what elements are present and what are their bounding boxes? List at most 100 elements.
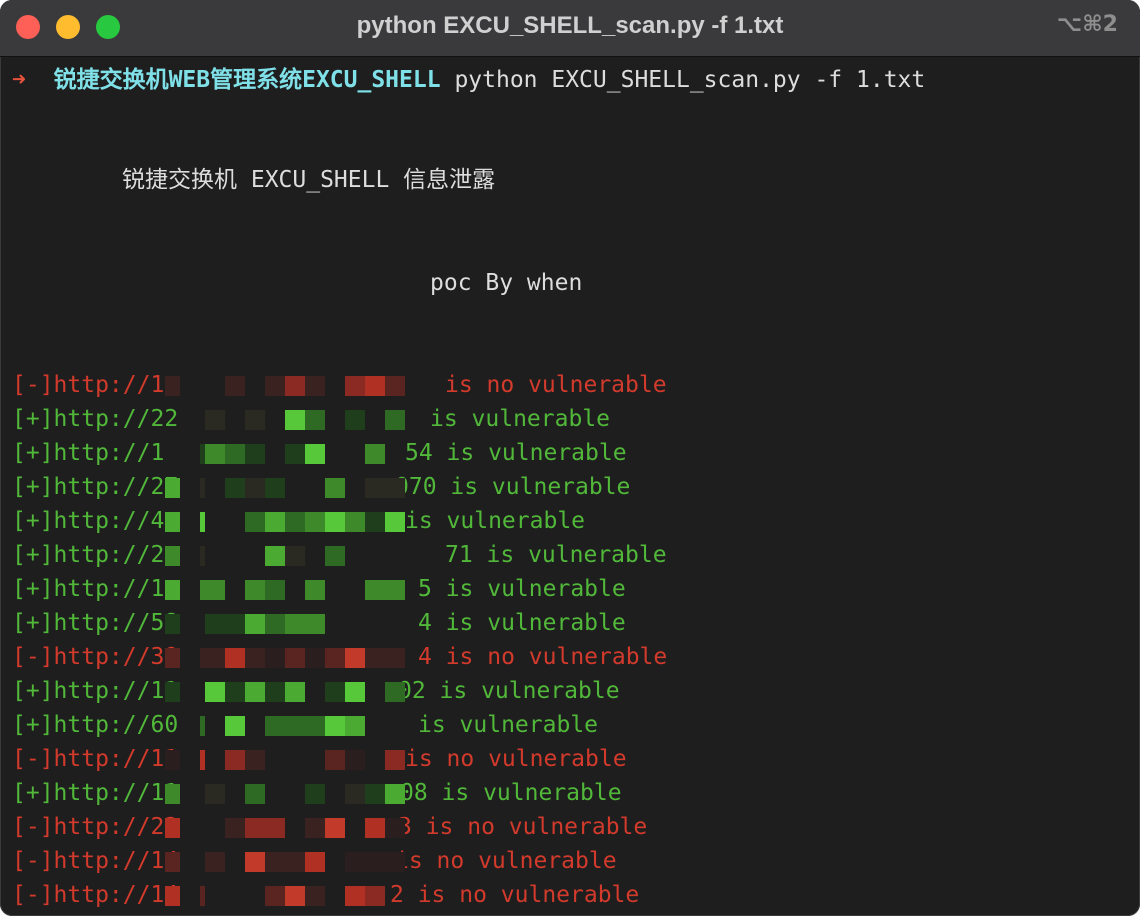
mosaic-block (185, 512, 205, 532)
mosaic-block (345, 512, 365, 532)
result-line-head: [+]http://58 (12, 610, 179, 636)
mosaic-block (265, 818, 285, 838)
result-line-tail: 71 is vulnerable (445, 542, 667, 568)
mosaic-block (265, 478, 285, 498)
title-bar: python EXCU_SHELL_scan.py -f 1.txt ⌥⌘2 (0, 0, 1140, 57)
result-line-head: [-]http://11 (12, 746, 179, 772)
result-line-head: [+]http://2 (12, 542, 165, 568)
mosaic-block (305, 614, 325, 634)
mosaic-block (180, 780, 200, 808)
result-line-tail: is vulnerable (430, 406, 611, 432)
mosaic-block (245, 410, 265, 430)
result-line-tail: 2 is no vulnerable (390, 882, 640, 908)
result-line-tail: 08 is vulnerable (400, 780, 622, 806)
mosaic-block (225, 478, 245, 498)
mosaic-block (165, 376, 185, 396)
mosaic-block (225, 444, 245, 464)
mosaic-block (365, 886, 385, 906)
mosaic-block (265, 614, 285, 634)
mosaic-block (265, 376, 285, 396)
mosaic-block (285, 886, 305, 906)
result-line-head: [-]http://1 (12, 372, 165, 398)
mosaic-block (305, 852, 325, 872)
mosaic-block (305, 410, 325, 430)
mosaic-block (180, 814, 200, 842)
mosaic-block (345, 886, 365, 906)
mosaic-block (180, 406, 200, 434)
mosaic-block (245, 580, 265, 600)
mosaic-block (365, 852, 385, 872)
mosaic-block (180, 678, 200, 706)
result-line-tail: 02 is vulnerable (398, 678, 620, 704)
mosaic-block (245, 682, 265, 702)
result-line-tail: is no vulnerable (405, 746, 627, 772)
mosaic-block (180, 882, 200, 910)
mosaic-block (180, 542, 200, 570)
prompt-line: ➜ 锐捷交换机WEB管理系统EXCU_SHELL python EXCU_SHE… (12, 65, 925, 95)
mosaic-block (225, 750, 245, 770)
mosaic-block (345, 376, 365, 396)
mosaic-block (325, 512, 345, 532)
banner-author: poc By when (430, 270, 583, 296)
window-shortcut-label: ⌥⌘2 (1056, 12, 1118, 37)
result-line-head: [+]http://4 (12, 508, 165, 534)
mosaic-block (345, 648, 365, 668)
mosaic-block (265, 682, 285, 702)
mosaic-block (185, 716, 205, 736)
mosaic-block (180, 508, 200, 536)
mosaic-block (185, 546, 205, 566)
mosaic-block (305, 716, 325, 736)
mosaic-block (345, 410, 365, 430)
mosaic-block (205, 580, 225, 600)
mosaic-block (205, 784, 225, 804)
mosaic-block (185, 648, 205, 668)
result-line-tail: 4 is no vulnerable (418, 644, 668, 670)
mosaic-block (180, 644, 200, 672)
mosaic-block (345, 852, 365, 872)
result-line-head: [+]http://1 (12, 440, 165, 466)
mosaic-block (325, 716, 345, 736)
mosaic-block (245, 750, 265, 770)
mosaic-block (385, 376, 405, 396)
mosaic-block (205, 410, 225, 430)
mosaic-block (365, 648, 385, 668)
mosaic-block (225, 376, 245, 396)
result-line-head: [+]http://1 (12, 576, 165, 602)
mosaic-block (345, 716, 365, 736)
mosaic-block (285, 682, 305, 702)
mosaic-block (365, 444, 385, 464)
mosaic-block (365, 580, 385, 600)
mosaic-block (365, 512, 385, 532)
mosaic-block (185, 750, 205, 770)
prompt-command: python EXCU_SHELL_scan.py -f 1.txt (454, 67, 926, 93)
mosaic-block (225, 818, 245, 838)
mosaic-block (305, 444, 325, 464)
mosaic-block (225, 716, 245, 736)
mosaic-block (385, 410, 405, 430)
mosaic-block (245, 852, 265, 872)
mosaic-block (245, 784, 265, 804)
result-line-tail: is vulnerable (405, 508, 586, 534)
mosaic-block (180, 746, 200, 774)
mosaic-block (180, 576, 200, 604)
mosaic-block (305, 580, 325, 600)
mosaic-block (245, 818, 265, 838)
mosaic-block (285, 376, 305, 396)
mosaic-block (180, 474, 200, 502)
mosaic-block (305, 376, 325, 396)
mosaic-block (180, 712, 200, 740)
mosaic-block (165, 546, 185, 566)
result-line-tail: 54 is vulnerable (405, 440, 627, 466)
mosaic-block (305, 512, 325, 532)
mosaic-block (205, 648, 225, 668)
result-line-tail: 070 is vulnerable (395, 474, 631, 500)
result-line-head: [+]http://11 (12, 678, 179, 704)
result-line-tail: 5 is vulnerable (418, 576, 626, 602)
mosaic-block (325, 818, 345, 838)
mosaic-block (205, 852, 225, 872)
mosaic-block (325, 648, 345, 668)
mosaic-block (180, 848, 200, 876)
mosaic-block (265, 512, 285, 532)
mosaic-block (365, 818, 385, 838)
terminal-output[interactable]: ➜ 锐捷交换机WEB管理系统EXCU_SHELL python EXCU_SHE… (0, 57, 1140, 916)
